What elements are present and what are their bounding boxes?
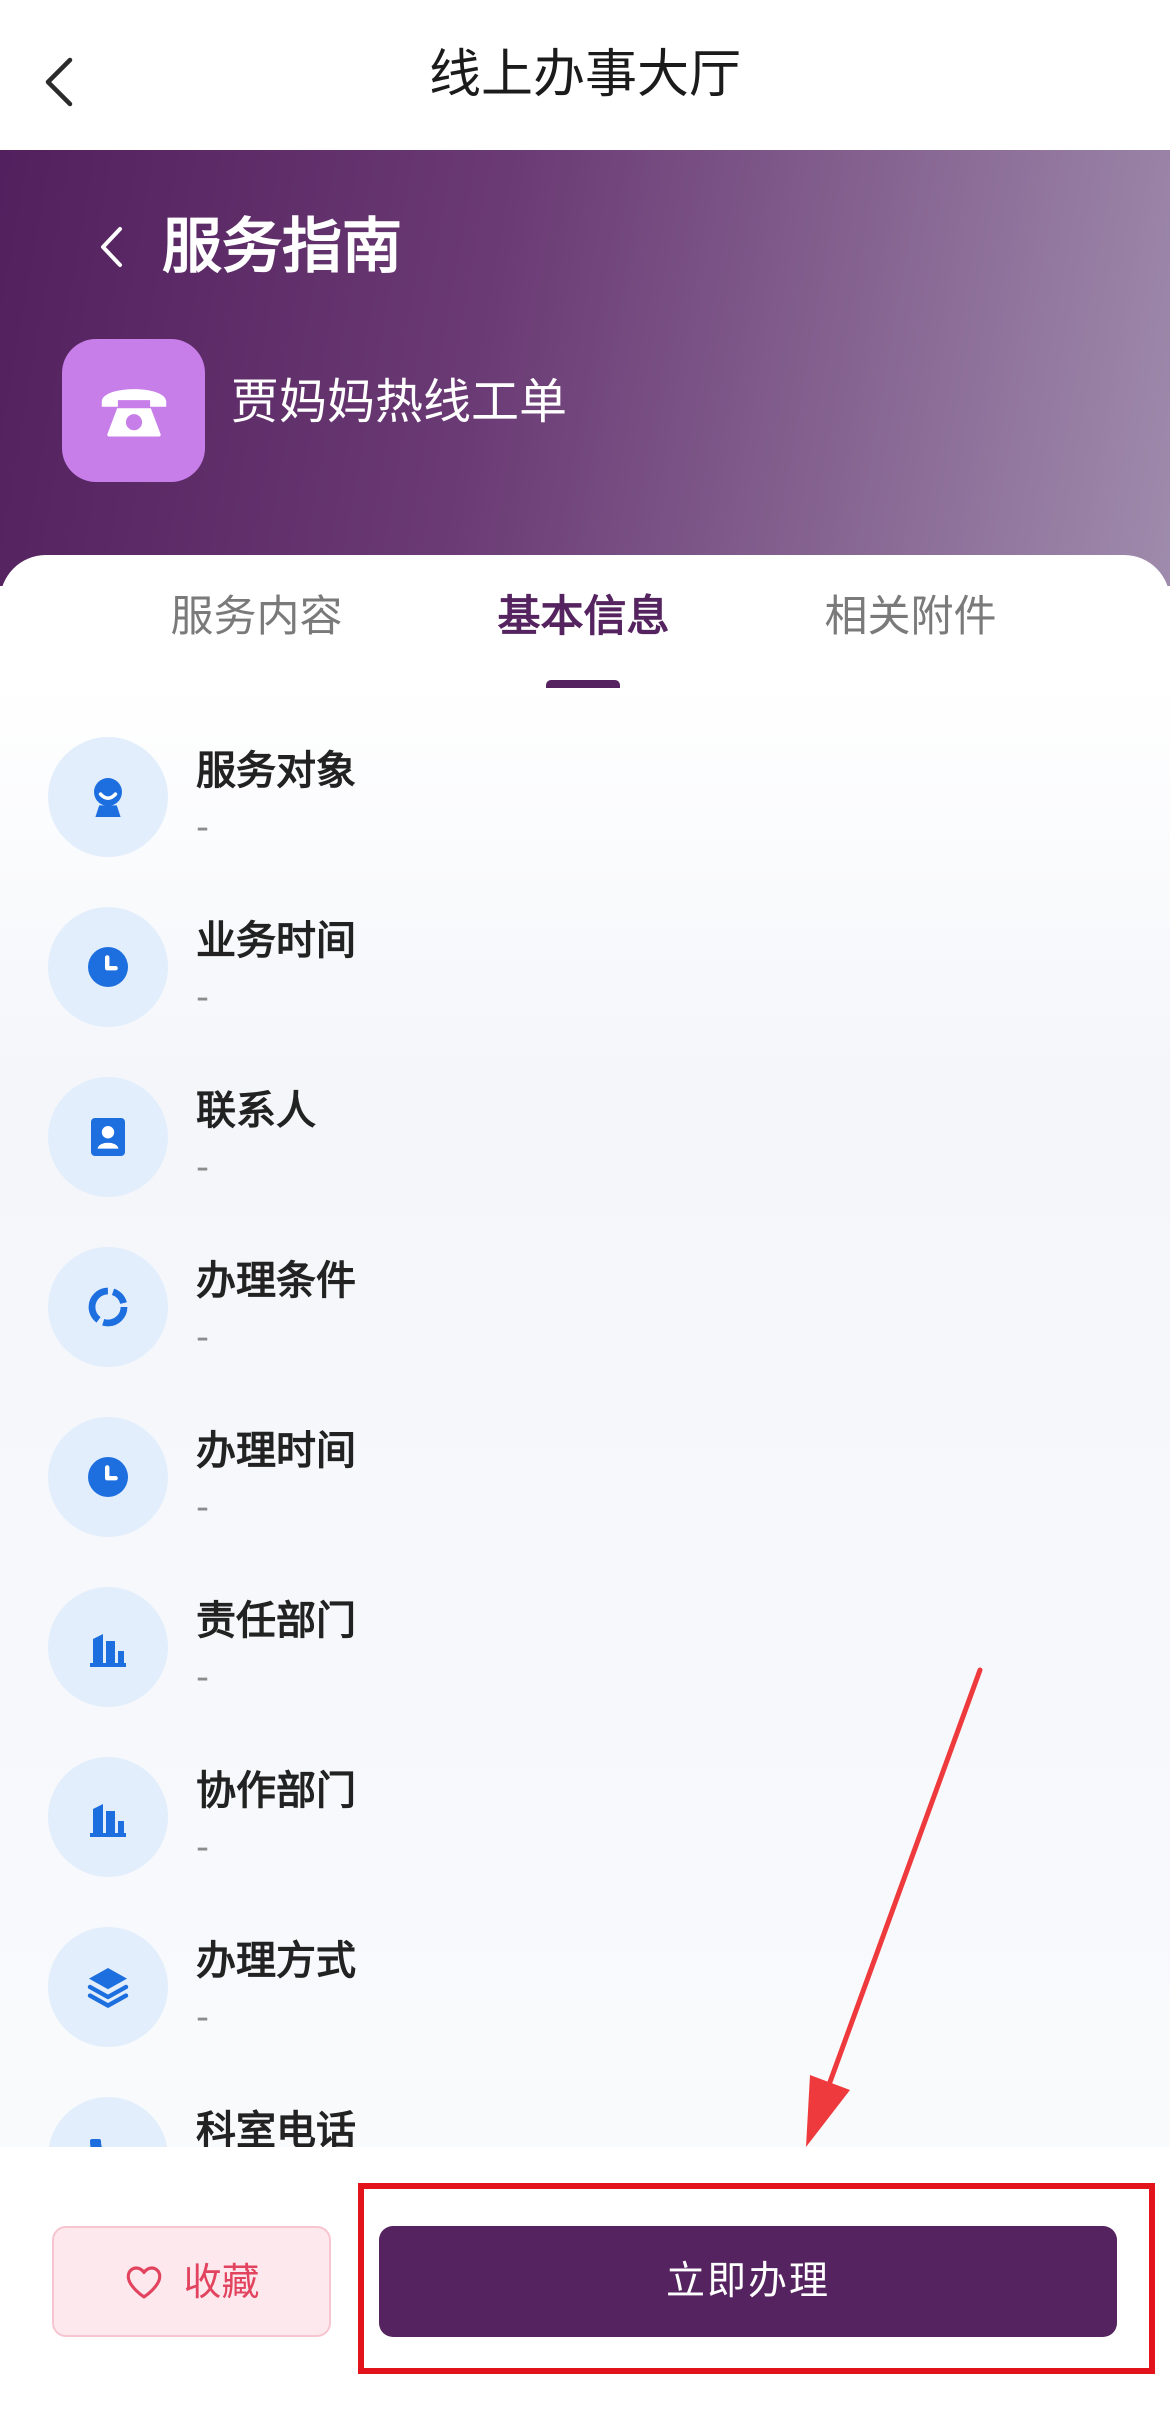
info-item-office-phone: 科室电话 — [0, 2072, 1170, 2147]
guide-back-button[interactable] — [96, 225, 126, 269]
chevron-left-icon — [40, 57, 76, 107]
page-title: 线上办事大厅 — [428, 45, 741, 105]
app-screen: 线上办事大厅 服务指南 贾妈妈热线工单 服务内容 基本信息 相关附件 服务对象 … — [0, 0, 1170, 2418]
info-item-label: 业务时间 — [196, 918, 356, 964]
back-button[interactable] — [40, 57, 76, 107]
info-item-service-target: 服务对象 - — [0, 712, 1170, 882]
info-item-label: 联系人 — [196, 1088, 316, 1134]
info-item-value: - — [196, 1317, 209, 1358]
progress-ring-icon — [48, 1247, 168, 1367]
info-item-label: 责任部门 — [196, 1598, 356, 1644]
chevron-left-icon — [96, 225, 126, 269]
tab-bar: 服务内容 基本信息 相关附件 — [93, 577, 1074, 657]
service-guide-header: 服务指南 贾妈妈热线工单 — [0, 150, 1170, 586]
info-item-value: - — [196, 1997, 209, 2038]
favorite-button[interactable]: 收藏 — [52, 2226, 331, 2337]
telephone-icon — [92, 369, 176, 453]
service-icon-tile — [62, 339, 205, 482]
building-icon — [48, 1757, 168, 1877]
info-item-value: - — [196, 1147, 209, 1188]
service-detail-card: 服务内容 基本信息 相关附件 服务对象 - 业务时间 - 联系人 - 办理条件 … — [0, 555, 1170, 2147]
info-item-contact: 联系人 - — [0, 1052, 1170, 1222]
tab-attachments[interactable]: 相关附件 — [747, 577, 1074, 657]
active-tab-indicator — [546, 680, 620, 688]
info-item-value: - — [196, 977, 209, 1018]
building-icon — [48, 1587, 168, 1707]
info-item-value: - — [196, 807, 209, 848]
info-item-cooperating-dept: 协作部门 - — [0, 1732, 1170, 1902]
tab-basic-info[interactable]: 基本信息 — [420, 577, 747, 657]
info-item-label: 办理方式 — [196, 1938, 356, 1984]
heart-icon — [123, 2261, 165, 2303]
info-item-value: - — [196, 1487, 209, 1528]
contact-card-icon — [48, 1077, 168, 1197]
person-icon — [48, 737, 168, 857]
favorite-label: 收藏 — [183, 2259, 260, 2304]
info-item-label: 科室电话 — [196, 2108, 356, 2147]
layers-icon — [48, 1927, 168, 2047]
info-item-label: 服务对象 — [196, 748, 356, 794]
info-item-value: - — [196, 1657, 209, 1698]
tab-service-content[interactable]: 服务内容 — [93, 577, 420, 657]
phone-icon — [48, 2097, 168, 2147]
info-item-processing-time: 办理时间 - — [0, 1392, 1170, 1562]
top-nav-bar: 线上办事大厅 — [0, 0, 1170, 150]
info-item-label: 协作部门 — [196, 1768, 356, 1814]
info-item-method: 办理方式 - — [0, 1902, 1170, 2072]
clock-icon — [48, 1417, 168, 1537]
apply-now-label: 立即办理 — [665, 2258, 830, 2304]
clock-icon — [48, 907, 168, 1027]
guide-title: 服务指南 — [162, 212, 402, 282]
info-item-label: 办理条件 — [196, 1258, 356, 1304]
info-item-label: 办理时间 — [196, 1428, 356, 1474]
apply-now-button[interactable]: 立即办理 — [379, 2226, 1117, 2337]
bottom-action-bar: 收藏 立即办理 — [0, 2147, 1170, 2418]
service-name: 贾妈妈热线工单 — [231, 374, 568, 430]
basic-info-list: 服务对象 - 业务时间 - 联系人 - 办理条件 - 办理时间 - 责任部门 -… — [0, 712, 1170, 2147]
info-item-responsible-dept: 责任部门 - — [0, 1562, 1170, 1732]
info-item-conditions: 办理条件 - — [0, 1222, 1170, 1392]
info-item-business-hours: 业务时间 - — [0, 882, 1170, 1052]
info-item-value: - — [196, 1827, 209, 1868]
